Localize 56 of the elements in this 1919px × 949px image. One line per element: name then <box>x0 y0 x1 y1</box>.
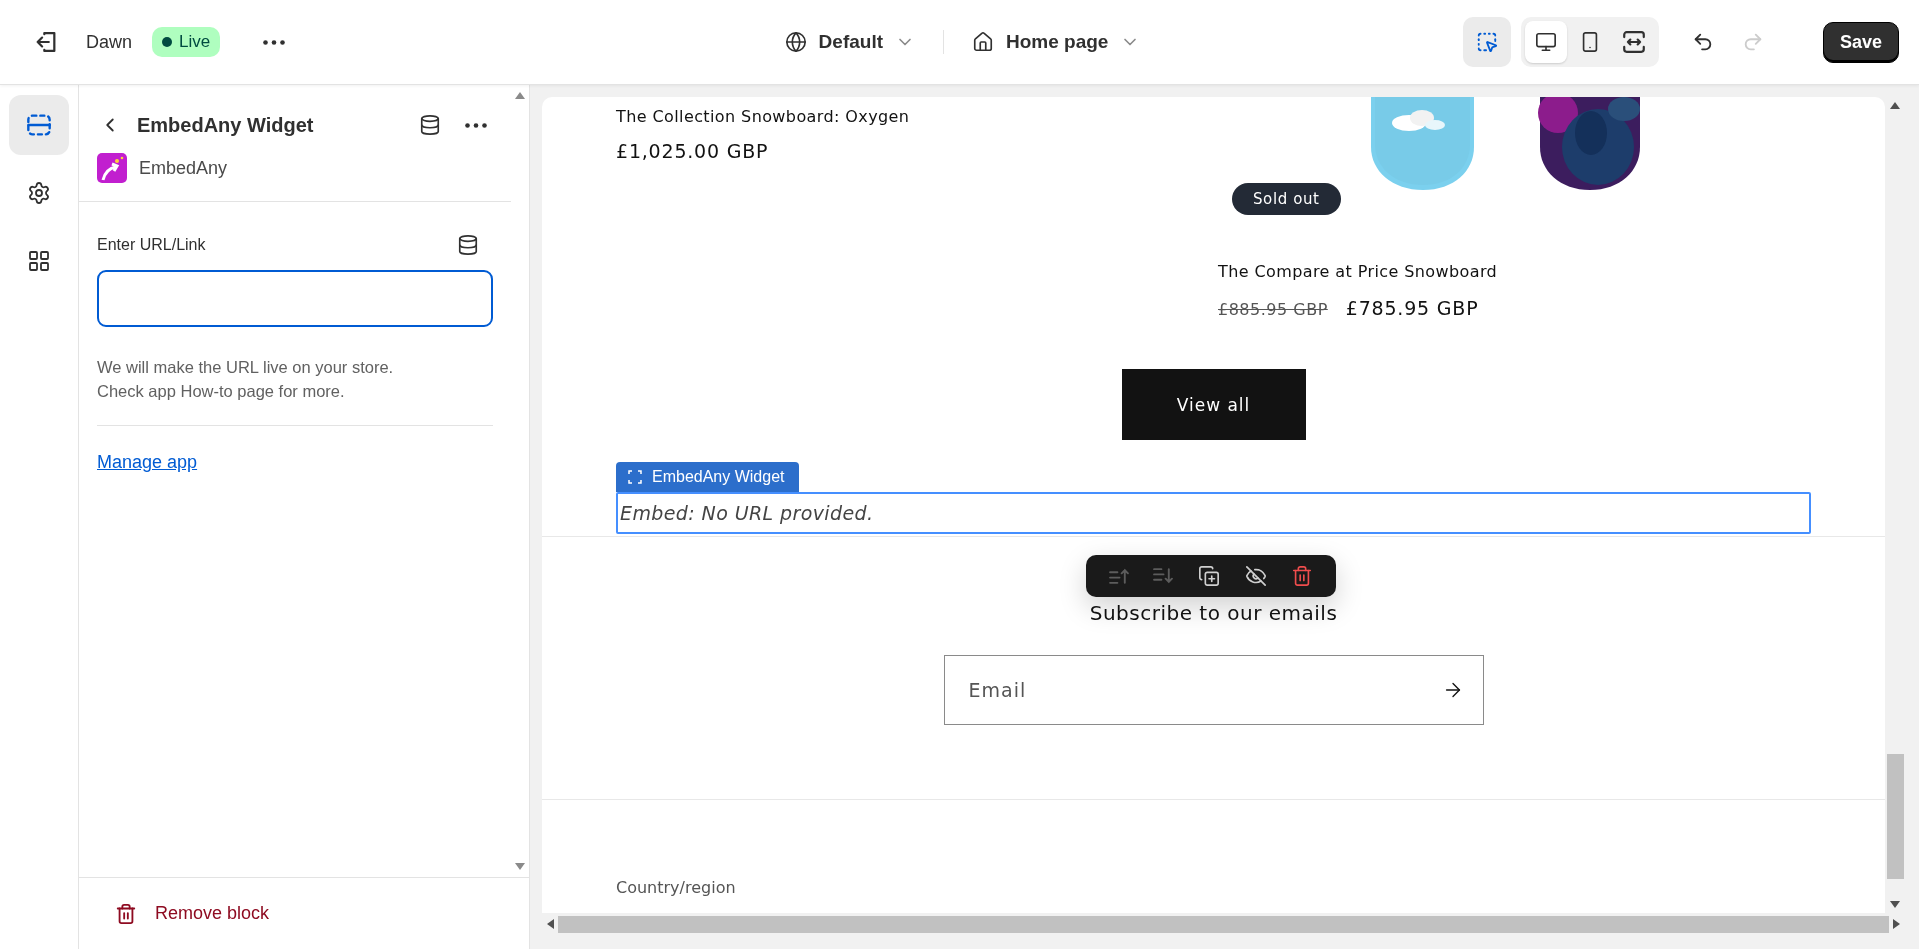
exit-icon <box>36 32 56 52</box>
sections-tab[interactable] <box>9 95 69 155</box>
url-input-field[interactable] <box>97 270 493 327</box>
scroll-up-arrow-icon[interactable] <box>514 91 526 99</box>
template-select[interactable]: Home page <box>968 25 1145 59</box>
save-button[interactable]: Save <box>1822 21 1899 63</box>
dashed-frame-icon <box>628 470 642 484</box>
remove-block-button[interactable]: Remove block <box>111 898 274 929</box>
monitor-icon <box>1534 31 1557 53</box>
trash-icon <box>115 902 137 925</box>
product-price: £1,025.00 GBP <box>616 140 769 162</box>
scroll-up-arrow-icon[interactable] <box>1890 101 1900 109</box>
scroll-right-arrow-icon[interactable] <box>1893 919 1901 929</box>
database-icon[interactable] <box>457 234 479 256</box>
view-all-button[interactable]: View all <box>1121 369 1306 440</box>
embed-block[interactable]: Embed: No URL provided. <box>616 492 1811 534</box>
scrollbar-thumb[interactable] <box>558 915 1889 933</box>
sold-out-badge: Sold out <box>1232 183 1341 215</box>
block-label-tag[interactable]: EmbedAny Widget <box>616 462 799 492</box>
app-name: EmbedAny <box>139 157 228 179</box>
scroll-down-arrow-icon[interactable] <box>514 863 526 871</box>
more-icon <box>263 39 286 45</box>
apps-grid-icon <box>27 249 51 273</box>
move-up-icon <box>1108 568 1129 584</box>
move-down-icon <box>1153 568 1174 584</box>
house-icon <box>972 31 994 53</box>
theme-name: Dawn <box>86 31 133 53</box>
footer-label: Country/region <box>616 878 736 897</box>
scroll-down-arrow-icon[interactable] <box>1890 901 1900 909</box>
language-select[interactable]: Default <box>780 25 919 59</box>
database-icon[interactable] <box>419 114 441 136</box>
expand-icon <box>1622 31 1645 53</box>
scrollbar-thumb[interactable] <box>1886 754 1904 879</box>
gear-icon <box>27 181 51 205</box>
product-title[interactable]: The Collection Snowboard: Oxygen <box>616 107 910 126</box>
status-badge: Live <box>152 27 221 57</box>
hidden-eye-icon <box>1244 565 1267 587</box>
sections-icon <box>27 113 51 137</box>
compare-price: £885.95 GBP <box>1218 300 1328 319</box>
desktop-view-button[interactable] <box>1524 21 1567 63</box>
scroll-left-arrow-icon[interactable] <box>546 919 554 929</box>
trash-icon <box>1291 565 1314 587</box>
newsletter-heading: Subscribe to our emails <box>1089 601 1338 625</box>
product-title[interactable]: The Compare at Price Snowboard <box>1218 262 1498 281</box>
duplicate-icon <box>1197 565 1220 587</box>
email-field[interactable]: Email <box>943 655 1484 725</box>
inspector-button[interactable] <box>1462 17 1511 67</box>
product-price: £785.95 GBP <box>1345 297 1479 319</box>
app-logo-icon <box>97 153 127 183</box>
more-icon <box>465 122 487 128</box>
manage-app-link[interactable]: Manage app <box>97 452 198 473</box>
field-label: Enter URL/Link <box>97 236 207 254</box>
globe-icon <box>784 31 807 53</box>
panel-title: EmbedAny Widget <box>137 113 315 137</box>
help-text: We will make the URL live on your store. Check app How-to page for more. <box>97 357 395 402</box>
dashed-cursor-icon <box>1475 31 1498 53</box>
